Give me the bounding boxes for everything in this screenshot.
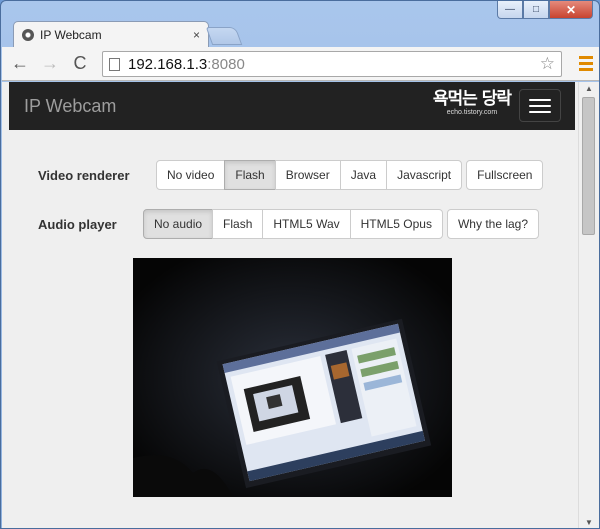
watermark-logo: 욕먹는 당락 echo.tistory.com: [432, 89, 512, 117]
why-lag-button[interactable]: Why the lag?: [446, 209, 540, 239]
logo-subtext: echo.tistory.com: [446, 109, 498, 116]
new-tab-button[interactable]: [205, 27, 243, 45]
page-scrollbar[interactable]: ▲ ▼: [578, 82, 599, 528]
audio-player-option-button[interactable]: No audio: [143, 209, 214, 239]
audio-player-label: Audio player: [38, 216, 117, 232]
video-renderer-row: Video renderer No video Flash Browser Java J…: [38, 160, 544, 190]
browser-tab[interactable]: IP Webcam ×: [13, 21, 209, 47]
audio-player-option-button[interactable]: HTML5 Opus: [349, 209, 443, 239]
browser-menu-icon[interactable]: [579, 54, 593, 72]
window-controls: — □ ✕: [497, 1, 593, 19]
webcam-favicon-icon: [22, 28, 34, 41]
video-frame-image: [133, 258, 452, 497]
audio-player-group: No audio Flash HTML5 Wav HTML5 Opus: [143, 209, 443, 239]
video-renderer-label: Video renderer: [38, 167, 130, 183]
address-bar[interactable]: 192.168.1.3:8080 ☆: [102, 51, 562, 77]
back-button[interactable]: ←: [8, 52, 32, 76]
video-renderer-group: No video Flash Browser Java Javascript: [156, 160, 463, 190]
url-host: 192.168.1.3: [128, 55, 208, 73]
brand-title[interactable]: IP Webcam: [24, 96, 116, 117]
scroll-thumb[interactable]: [582, 97, 595, 235]
video-renderer-option-button[interactable]: No video: [156, 160, 226, 190]
audio-player-row: Audio player No audio Flash HTML5 Wav HTML5…: [38, 209, 540, 239]
video-renderer-option-button[interactable]: Flash: [224, 160, 276, 190]
page-icon: [109, 57, 120, 71]
tab-title: IP Webcam: [40, 27, 102, 42]
browser-toolbar: ← → C 192.168.1.3:8080 ☆: [2, 47, 599, 81]
video-renderer-option-button[interactable]: Java: [339, 160, 388, 190]
url-port: :8080: [207, 55, 245, 73]
reload-button[interactable]: C: [68, 52, 92, 76]
forward-button[interactable]: →: [38, 52, 62, 76]
scroll-up-arrow-icon[interactable]: ▲: [579, 82, 599, 96]
tab-close-icon[interactable]: ×: [193, 28, 200, 42]
audio-player-option-button[interactable]: HTML5 Wav: [262, 209, 351, 239]
fullscreen-button[interactable]: Fullscreen: [466, 160, 544, 190]
scroll-down-arrow-icon[interactable]: ▼: [579, 516, 599, 528]
bookmark-star-icon[interactable]: ☆: [540, 54, 555, 74]
maximize-button[interactable]: □: [523, 1, 549, 19]
app-navbar: IP Webcam 욕먹는 당락 echo.tistory.com: [9, 82, 575, 130]
minimize-button[interactable]: —: [497, 1, 523, 19]
browser-window: — □ ✕ IP Webcam × ← → C 192.168.1.3:8080…: [0, 0, 600, 529]
close-window-button[interactable]: ✕: [549, 1, 593, 19]
video-renderer-option-button[interactable]: Javascript: [386, 160, 463, 190]
video-renderer-option-button[interactable]: Browser: [274, 160, 341, 190]
hamburger-menu-icon[interactable]: [519, 89, 561, 122]
video-stream: [133, 258, 452, 497]
logo-text: 욕먹는 당락: [432, 89, 512, 109]
page-viewport: IP Webcam 욕먹는 당락 echo.tistory.com Video …: [2, 82, 578, 528]
audio-player-option-button[interactable]: Flash: [212, 209, 264, 239]
